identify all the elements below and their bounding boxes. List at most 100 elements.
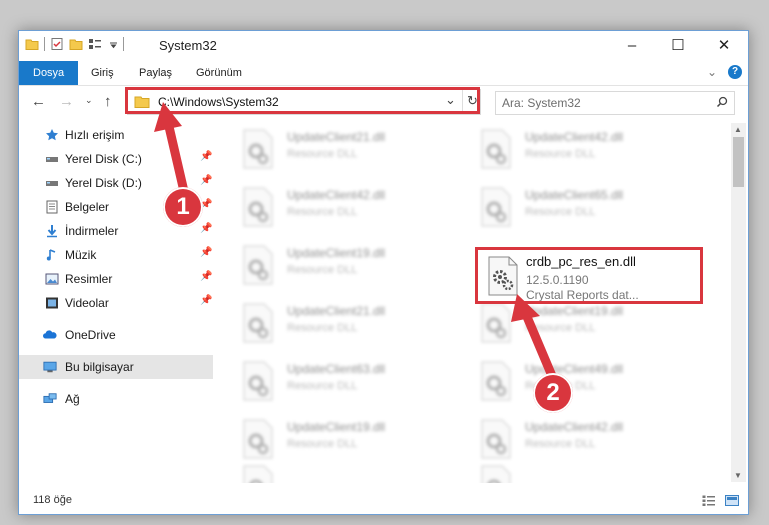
videos-icon (46, 297, 58, 309)
address-highlight-box (125, 87, 480, 114)
details-view-icon[interactable] (702, 495, 716, 506)
customize-toolbar-icon[interactable] (109, 37, 118, 51)
new-folder-icon[interactable] (69, 37, 83, 51)
list-item[interactable]: UpdateClient63.dll Resource DLL (231, 355, 461, 403)
dll-file-icon (481, 361, 511, 401)
list-item[interactable]: UpdateClient21.dll Resource DLL (231, 297, 461, 345)
sidebar-item-onedrive[interactable]: OneDrive (19, 323, 213, 347)
window-title: System32 (159, 38, 217, 53)
computer-icon (43, 361, 57, 373)
sidebar-item-quick-access[interactable]: Hızlı erişim (19, 123, 213, 147)
documents-icon (46, 200, 58, 214)
file-name: UpdateClient21.dll (287, 130, 386, 144)
list-item[interactable]: UpdateClient19.dll Resource DLL (231, 413, 461, 461)
tab-home[interactable]: Giriş (78, 61, 127, 85)
file-type: Resource DLL (287, 148, 358, 160)
sidebar-item-label: Videolar (65, 296, 109, 310)
tab-share[interactable]: Paylaş (126, 61, 185, 85)
search-placeholder[interactable]: Ara: System32 (502, 96, 581, 110)
file-name: UpdateClient63.dll (287, 362, 386, 376)
dll-file-icon (243, 187, 273, 227)
tab-view[interactable]: Görünüm (183, 61, 255, 85)
item-count: 118 öğe (33, 494, 72, 506)
file-name: UpdateClient42.dll (287, 188, 386, 202)
dll-file-icon (243, 303, 273, 343)
maximize-button[interactable]: ☐ (655, 31, 701, 61)
pin-icon[interactable]: 📌 (200, 175, 212, 186)
recent-locations-icon[interactable]: ⌄ (85, 95, 93, 106)
vertical-scrollbar[interactable]: ▲ ▼ (731, 123, 746, 482)
ribbon-tabs: Dosya Giriş Paylaş Görünüm ⌄ ? (19, 61, 748, 86)
list-item[interactable]: UpdateClient19.dll Resource DLL (231, 239, 461, 287)
pictures-icon (45, 273, 59, 285)
pin-icon[interactable]: 📌 (200, 271, 212, 282)
file-type: Resource DLL (525, 322, 596, 334)
forward-arrow-icon[interactable]: → (59, 93, 74, 110)
minimize-button[interactable]: – (609, 31, 655, 61)
pin-icon[interactable]: 📌 (200, 247, 212, 258)
scroll-down-icon[interactable]: ▼ (734, 471, 742, 480)
search-box[interactable]: Ara: System32 (495, 91, 735, 115)
sidebar-item-label: Hızlı erişim (65, 128, 125, 142)
file-name: UpdateClient19.dll (287, 420, 386, 434)
sidebar-item-label: Bu bilgisayar (65, 360, 134, 374)
sidebar-item-local-disk-c[interactable]: Yerel Disk (C:) 📌 (19, 147, 213, 171)
folder-icon[interactable] (25, 37, 39, 51)
dll-file-icon (481, 303, 511, 343)
list-item[interactable]: UpdateClient42.dll Resource DLL (469, 413, 699, 461)
sidebar-item-network[interactable]: Ağ (19, 387, 213, 411)
sidebar-item-music[interactable]: Müzik 📌 (19, 243, 213, 267)
sidebar-item-this-pc[interactable]: Bu bilgisayar (19, 355, 213, 379)
search-icon[interactable] (716, 96, 728, 108)
dll-file-icon (243, 419, 273, 459)
sidebar-item-label: Yerel Disk (D:) (65, 176, 142, 190)
tiles-view-icon[interactable] (725, 495, 739, 506)
file-name: UpdateClient42.dll (525, 420, 624, 434)
music-icon (46, 249, 56, 261)
tab-file[interactable]: Dosya (19, 61, 79, 85)
navigation-bar: ← → ⌄ ↑ C:\Windows\System32 ⌄ ↻ Ara: Sys… (19, 86, 748, 118)
expand-ribbon-icon[interactable]: ⌄ (707, 65, 717, 79)
download-icon (47, 225, 57, 238)
list-item[interactable] (231, 459, 461, 483)
pin-icon[interactable]: 📌 (200, 223, 212, 234)
sidebar-item-label: Resimler (65, 272, 113, 286)
list-item[interactable] (469, 459, 699, 483)
dll-file-icon (481, 129, 511, 169)
back-arrow-icon[interactable]: ← (31, 93, 46, 110)
file-highlight-box (475, 247, 703, 304)
close-button[interactable]: ✕ (701, 31, 747, 61)
dll-file-icon (243, 245, 273, 285)
file-explorer-window: System32 – ☐ ✕ Dosya Giriş Paylaş Görünü… (18, 30, 749, 515)
pin-icon[interactable]: 📌 (200, 151, 212, 162)
dll-file-icon (481, 465, 511, 483)
list-item[interactable]: UpdateClient19.dll Resource DLL (469, 297, 699, 345)
sidebar-item-pictures[interactable]: Resimler 📌 (19, 267, 213, 291)
sidebar-item-label: Müzik (65, 248, 97, 262)
sidebar-item-label: Ağ (65, 392, 80, 406)
callout-one: 1 (163, 187, 203, 227)
scroll-thumb[interactable] (733, 137, 744, 187)
view-options-icon[interactable] (88, 37, 104, 51)
scroll-up-icon[interactable]: ▲ (734, 125, 742, 134)
pin-icon[interactable]: 📌 (200, 295, 212, 306)
list-item[interactable]: UpdateClient42.dll Resource DLL (231, 181, 461, 229)
list-item[interactable]: UpdateClient42.dll Resource DLL (469, 123, 699, 171)
file-type: Resource DLL (525, 206, 596, 218)
sidebar-item-videos[interactable]: Videolar 📌 (19, 291, 213, 315)
file-name: UpdateClient19.dll (287, 246, 386, 260)
sidebar-item-label: İndirmeler (65, 224, 119, 238)
help-icon[interactable]: ? (728, 65, 742, 79)
properties-icon[interactable] (50, 37, 64, 51)
list-item[interactable]: UpdateClient21.dll Resource DLL (231, 123, 461, 171)
file-name: UpdateClient21.dll (287, 304, 386, 318)
up-arrow-icon[interactable]: ↑ (104, 93, 112, 110)
file-name: UpdateClient42.dll (525, 130, 624, 144)
list-item[interactable]: UpdateClient49.dll Resource DLL (469, 355, 699, 403)
file-type: Resource DLL (525, 148, 596, 160)
drive-icon (46, 157, 58, 162)
list-item[interactable]: UpdateClient65.dll Resource DLL (469, 181, 699, 229)
dll-file-icon (243, 465, 273, 483)
status-bar: 118 öğe (19, 489, 748, 513)
sidebar-item-label: Yerel Disk (C:) (65, 152, 142, 166)
